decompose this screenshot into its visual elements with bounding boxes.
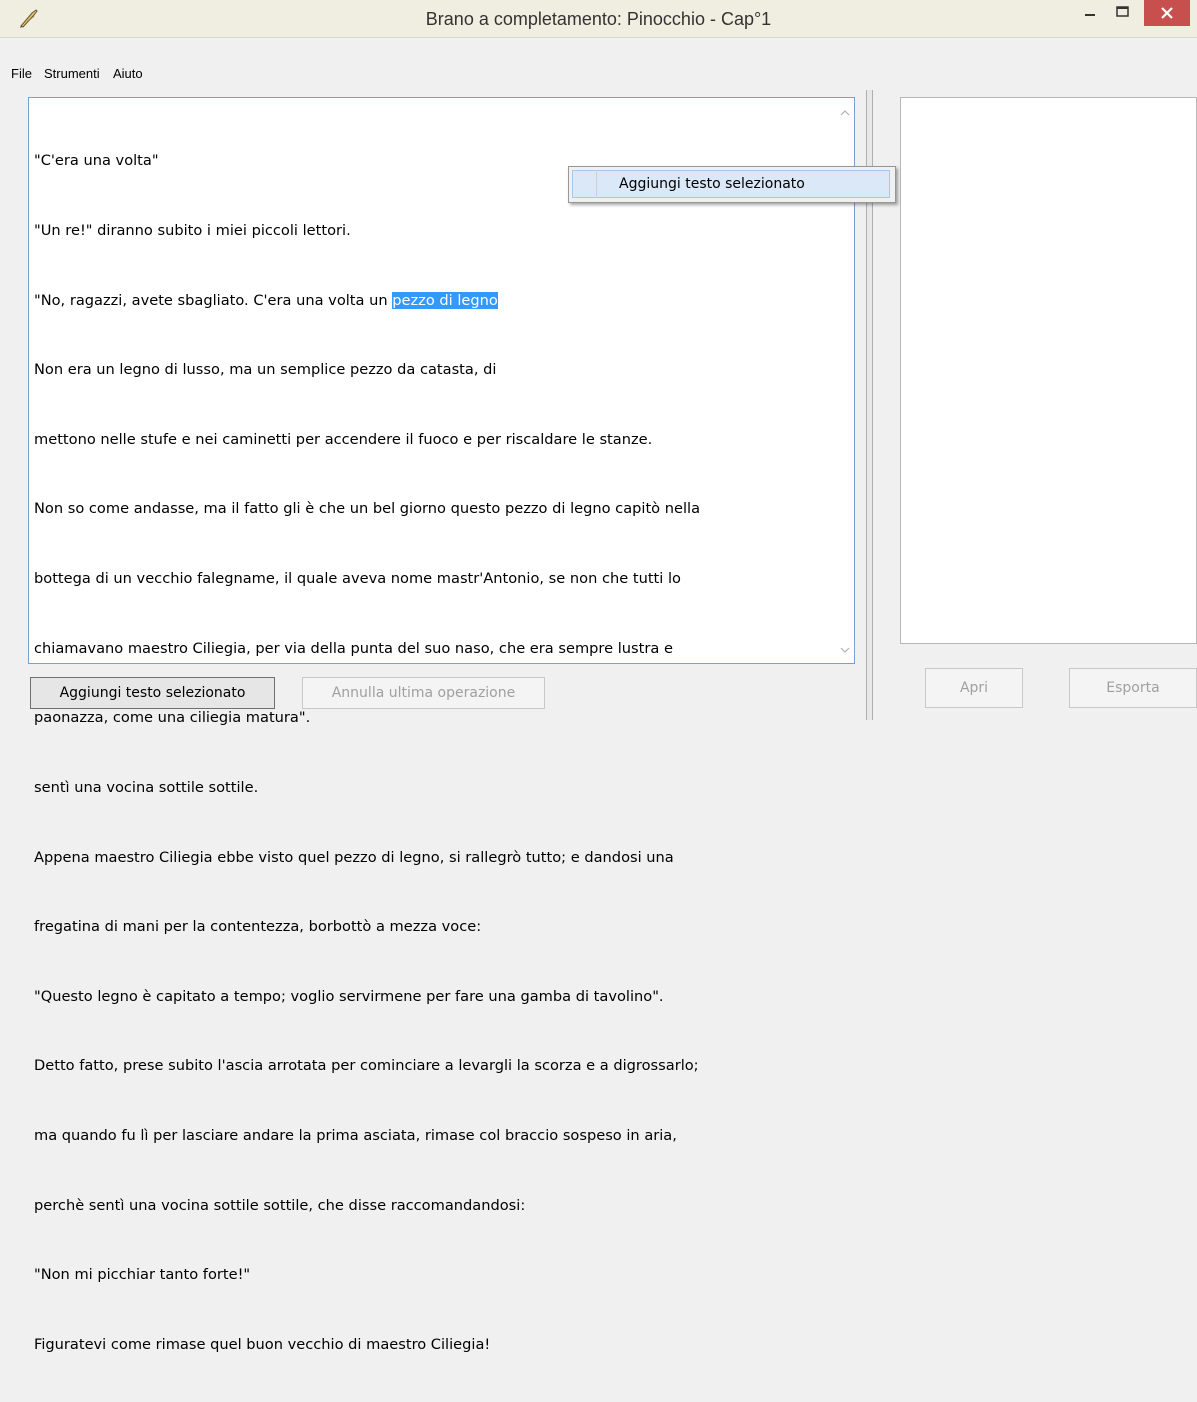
text-line: fregatina di mani per la contentezza, bo… [34,918,482,936]
menu-bar: File Strumenti Aiuto [0,62,1197,86]
minimize-button[interactable] [1075,0,1105,26]
editor-content: "C'era una volta" "Un re!" diranno subit… [34,103,834,1402]
close-button[interactable] [1144,0,1190,26]
scroll-down-icon[interactable] [840,646,850,654]
text-line: Detto fatto, prese subito l'ascia arrota… [34,1057,699,1075]
text-line: ma quando fu lì per lasciare andare la p… [34,1126,677,1144]
context-menu-item-label: Aggiungi testo selezionato [619,176,805,192]
text-line: "Non mi picchiar tanto forte!" [34,1266,251,1284]
text-line: sentì una vocina sottile sottile. [34,778,259,796]
text-line: paonazza, come una ciliegia matura". [34,709,311,727]
menu-aiuto[interactable]: Aiuto [113,66,143,81]
window-title: Brano a completamento: Pinocchio - Cap°1 [425,9,772,29]
text-line: Non so come andasse, ma il fatto gli è c… [34,500,701,518]
export-button[interactable]: Esporta [1069,668,1197,708]
maximize-button[interactable] [1108,0,1138,26]
minimize-icon [1085,14,1095,16]
menu-file[interactable]: File [11,66,32,81]
undo-last-operation-button[interactable]: Annulla ultima operazione [302,677,545,709]
text-line-segment: "No, ragazzi, avete sbagliato. C'era una… [34,291,393,309]
text-line: perchè sentì una vocina sottile sottile,… [34,1196,526,1214]
context-menu-separator [596,170,597,198]
selected-items-list[interactable] [900,97,1197,644]
text-line: "Un re!" diranno subito i miei piccoli l… [34,222,351,240]
title-bar: Brano a completamento: Pinocchio - Cap°1 [0,0,1197,38]
close-icon [1161,7,1173,19]
text-line: Appena maestro Ciliegia ebbe visto quel … [34,848,674,866]
application-window: Brano a completamento: Pinocchio - Cap°1… [0,0,1197,1353]
text-line: chiamavano maestro Ciliegia, per via del… [34,639,673,657]
text-line: "No, ragazzi, avete sbagliato. C'era una… [34,289,834,312]
selected-text: pezzo di legno [392,291,498,309]
text-line: Figuratevi come rimase quel buon vecchio… [34,1335,491,1353]
scroll-up-icon[interactable] [840,109,850,117]
text-line: bottega di un vecchio falegname, il qual… [34,570,681,588]
menu-strumenti[interactable]: Strumenti [44,66,100,81]
text-line: "Questo legno è capitato a tempo; voglio… [34,987,664,1005]
add-selected-text-button[interactable]: Aggiungi testo selezionato [30,677,275,709]
text-line: Non era un legno di lusso, ma un semplic… [34,361,497,379]
open-button[interactable]: Apri [925,668,1023,708]
text-line: mettono nelle stufe e nei caminetti per … [34,430,653,448]
context-menu-item-add-selected[interactable]: Aggiungi testo selezionato [572,170,890,198]
context-menu: Aggiungi testo selezionato [568,166,896,203]
